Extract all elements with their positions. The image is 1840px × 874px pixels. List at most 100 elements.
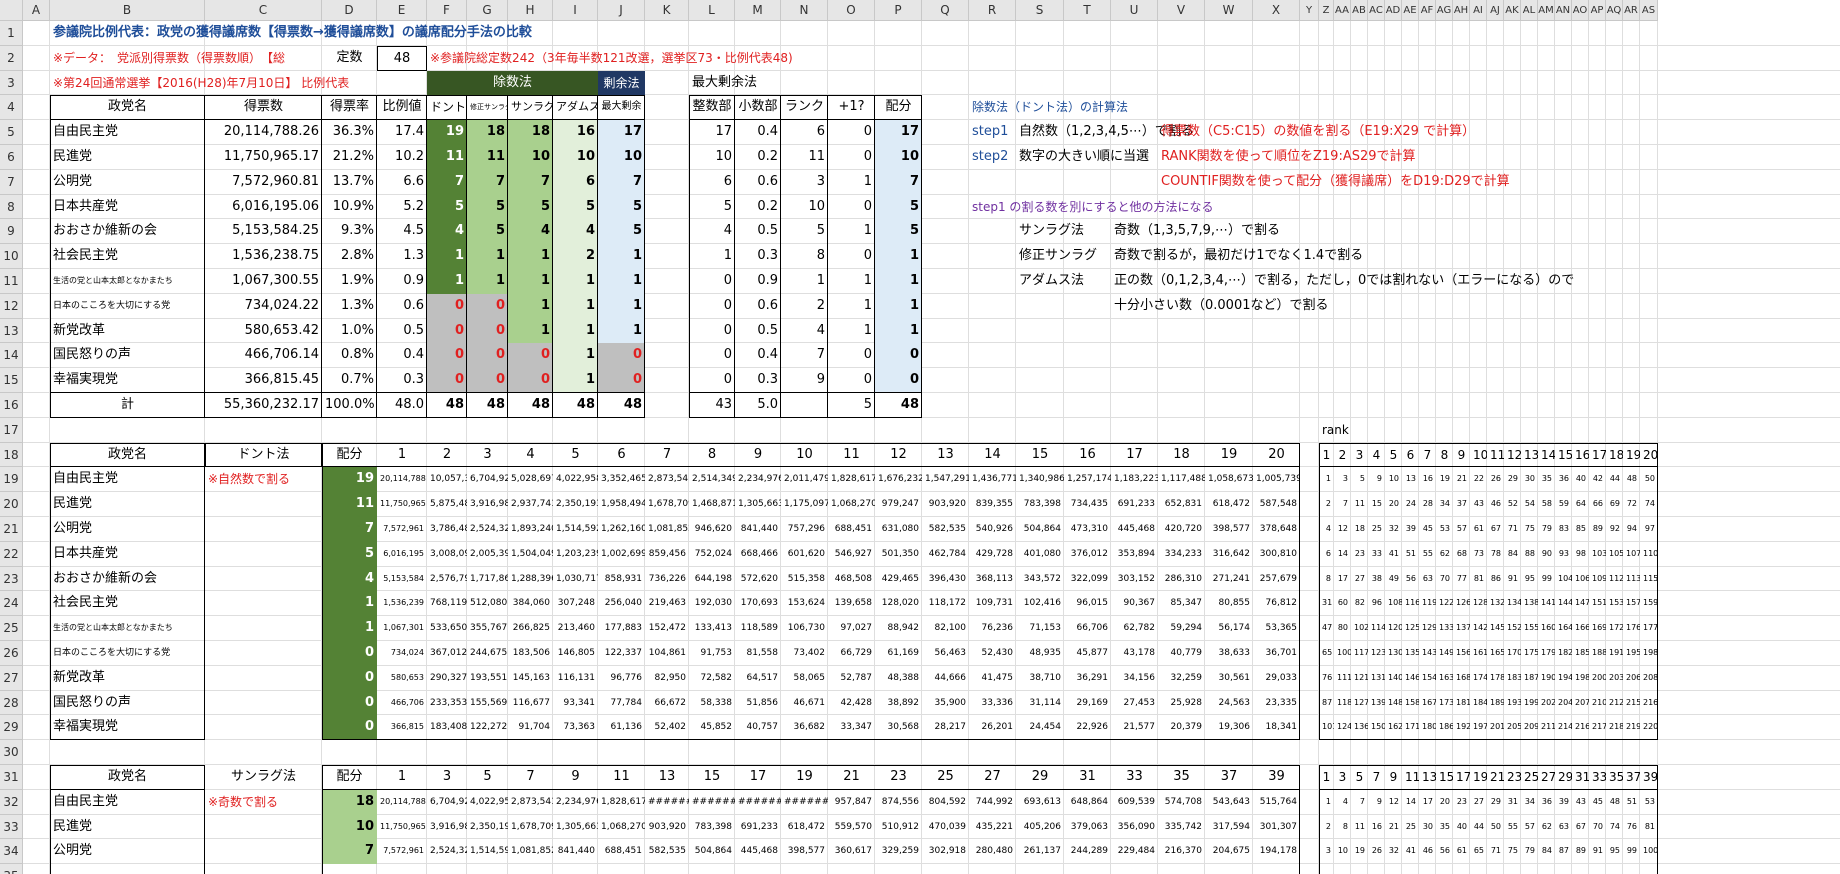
row-header[interactable]: 3 <box>0 70 23 96</box>
column-header-AA[interactable]: AA <box>1334 0 1351 21</box>
column-header-I[interactable]: I <box>553 0 598 21</box>
row-header[interactable]: 12 <box>0 293 23 319</box>
column-header-G[interactable]: G <box>467 0 508 21</box>
adams-text-2[interactable]: 十分小さい数（0.0001など）で割る <box>1111 294 1368 319</box>
step2-note[interactable]: RANK関数を使って順位をZ19:AS29で計算 <box>1158 145 1416 170</box>
row-header[interactable]: 21 <box>0 517 23 542</box>
column-header-Y[interactable]: Y <box>1300 0 1319 21</box>
row-header[interactable]: 6 <box>0 145 23 170</box>
column-header-AN[interactable]: AN <box>1555 0 1572 21</box>
column-header-X[interactable]: X <box>1253 0 1300 21</box>
column-header-K[interactable]: K <box>645 0 689 21</box>
step1-note[interactable]: 得票数（C5:C15）の数値を割る（E19:X29 で計算） <box>1158 120 1475 145</box>
column-header-AS[interactable]: AS <box>1640 0 1658 21</box>
row-header[interactable]: 25 <box>0 616 23 641</box>
column-header-B[interactable]: B <box>50 0 205 21</box>
row-header[interactable]: 24 <box>0 591 23 617</box>
column-header-J[interactable]: J <box>598 0 645 21</box>
column-header-AJ[interactable]: AJ <box>1487 0 1504 21</box>
row-header[interactable]: 17 <box>0 417 23 443</box>
column-header-M[interactable]: M <box>735 0 781 21</box>
column-header-O[interactable]: O <box>828 0 875 21</box>
column-header-F[interactable]: F <box>427 0 467 21</box>
row-header[interactable]: 31 <box>0 765 23 790</box>
column-header-AG[interactable]: AG <box>1436 0 1453 21</box>
row-header[interactable]: 10 <box>0 244 23 269</box>
row-header[interactable]: 26 <box>0 641 23 666</box>
method-title[interactable]: 除数法（ドント法）の計算法 <box>969 95 1158 120</box>
calc-header-method[interactable]: サンラグ法 <box>205 765 322 790</box>
row-header[interactable]: 22 <box>0 541 23 567</box>
row-header[interactable]: 18 <box>0 442 23 468</box>
column-header-AE[interactable]: AE <box>1402 0 1419 21</box>
column-header-R[interactable]: R <box>969 0 1016 21</box>
seat-note[interactable]: ※参議院総定数242（3年毎半数121改選，選挙区73・比例代表48) <box>427 46 793 71</box>
row-header[interactable]: 9 <box>0 219 23 245</box>
row-header[interactable]: 15 <box>0 368 23 393</box>
row-header[interactable]: 20 <box>0 492 23 517</box>
column-header-Z[interactable]: Z <box>1319 0 1334 21</box>
sainte-lague-name[interactable]: サンラグ法 <box>1016 219 1111 244</box>
column-header-AC[interactable]: AC <box>1368 0 1385 21</box>
column-header-Q[interactable]: Q <box>922 0 969 21</box>
seats-label[interactable]: 定数 <box>322 46 377 71</box>
column-header-U[interactable]: U <box>1111 0 1158 21</box>
group-largest-header[interactable]: 最大剰余法 <box>689 71 828 96</box>
election-label[interactable]: ※第24回通常選挙【2016(H28)年7月10日】 比例代表 <box>50 71 467 96</box>
sainte-lague-text[interactable]: 奇数（1,3,5,7,9,⋯）で割る <box>1111 219 1334 244</box>
group-remainder-header[interactable]: 剰余法 <box>598 70 645 96</box>
column-header-AK[interactable]: AK <box>1504 0 1521 21</box>
row-header[interactable]: 28 <box>0 690 23 716</box>
column-header-AF[interactable]: AF <box>1419 0 1436 21</box>
rank-label[interactable]: rank <box>1319 418 1368 443</box>
row-header[interactable]: 19 <box>0 467 23 493</box>
column-header-D[interactable]: D <box>322 0 377 21</box>
step2-label[interactable]: step2 <box>969 145 1016 170</box>
column-header-P[interactable]: P <box>875 0 922 21</box>
step2-text[interactable]: 数字の大きい順に当選 <box>1016 145 1158 170</box>
method-note[interactable]: step1 の割る数を別にすると他の方法になる <box>969 195 1319 220</box>
row-header[interactable]: 16 <box>0 393 23 418</box>
step1-label[interactable]: step1 <box>969 120 1016 145</box>
modified-sainte-lague-text[interactable]: 奇数で割るが，最初だけ1でなく1.4で割る <box>1111 244 1368 269</box>
column-header-AL[interactable]: AL <box>1521 0 1538 21</box>
column-header-N[interactable]: N <box>781 0 828 21</box>
column-header-AB[interactable]: AB <box>1351 0 1368 21</box>
row-header[interactable]: 13 <box>0 318 23 344</box>
sheet-title[interactable]: 参議院比例代表：政党の獲得議席数【得票数→獲得議席数】の議席配分手法の比較 <box>50 21 689 46</box>
row-header[interactable]: 32 <box>0 789 23 815</box>
column-header-AR[interactable]: AR <box>1623 0 1640 21</box>
column-header-AD[interactable]: AD <box>1385 0 1402 21</box>
select-all-corner[interactable] <box>0 0 23 21</box>
calc-note[interactable]: ※奇数で割る <box>205 790 322 815</box>
column-header-AH[interactable]: AH <box>1453 0 1470 21</box>
column-header-AP[interactable]: AP <box>1589 0 1606 21</box>
spreadsheet[interactable]: A B C D E F G H I J K L M N O P Q R S T U V W X Y Z AA AB AC AD AE AF AG… <box>0 0 1840 874</box>
row-header[interactable]: 14 <box>0 343 23 369</box>
row-header[interactable]: 7 <box>0 169 23 195</box>
column-header-A[interactable]: A <box>23 0 50 21</box>
row-header[interactable]: 27 <box>0 665 23 691</box>
column-header-S[interactable]: S <box>1016 0 1064 21</box>
row-header[interactable]: 11 <box>0 269 23 294</box>
row-header[interactable]: 2 <box>0 45 23 71</box>
column-header-T[interactable]: T <box>1064 0 1111 21</box>
group-divisor-header[interactable]: 除数法 <box>427 70 598 96</box>
row-header[interactable]: 35 <box>0 864 23 874</box>
adams-name[interactable]: アダムス法 <box>1016 269 1111 294</box>
column-header-AI[interactable]: AI <box>1470 0 1487 21</box>
row-header[interactable]: 8 <box>0 194 23 220</box>
row-header[interactable]: 34 <box>0 839 23 865</box>
calc-note[interactable]: ※自然数で割る <box>205 467 322 492</box>
column-header-H[interactable]: H <box>508 0 553 21</box>
step3-note[interactable]: COUNTIF関数を使って配分（獲得議席）をD19:D29で計算 <box>1158 170 1510 195</box>
column-header-V[interactable]: V <box>1158 0 1205 21</box>
column-header-L[interactable]: L <box>689 0 735 21</box>
adams-text[interactable]: 正の数（0,1,2,3,4,⋯）で割る，ただし，0では割れない（エラーになる）の… <box>1111 269 1574 294</box>
column-header-W[interactable]: W <box>1205 0 1253 21</box>
column-header-E[interactable]: E <box>377 0 427 21</box>
row-header[interactable]: 29 <box>0 715 23 741</box>
column-header-AM[interactable]: AM <box>1538 0 1555 21</box>
row-header[interactable]: 23 <box>0 566 23 592</box>
row-header[interactable]: 33 <box>0 814 23 840</box>
